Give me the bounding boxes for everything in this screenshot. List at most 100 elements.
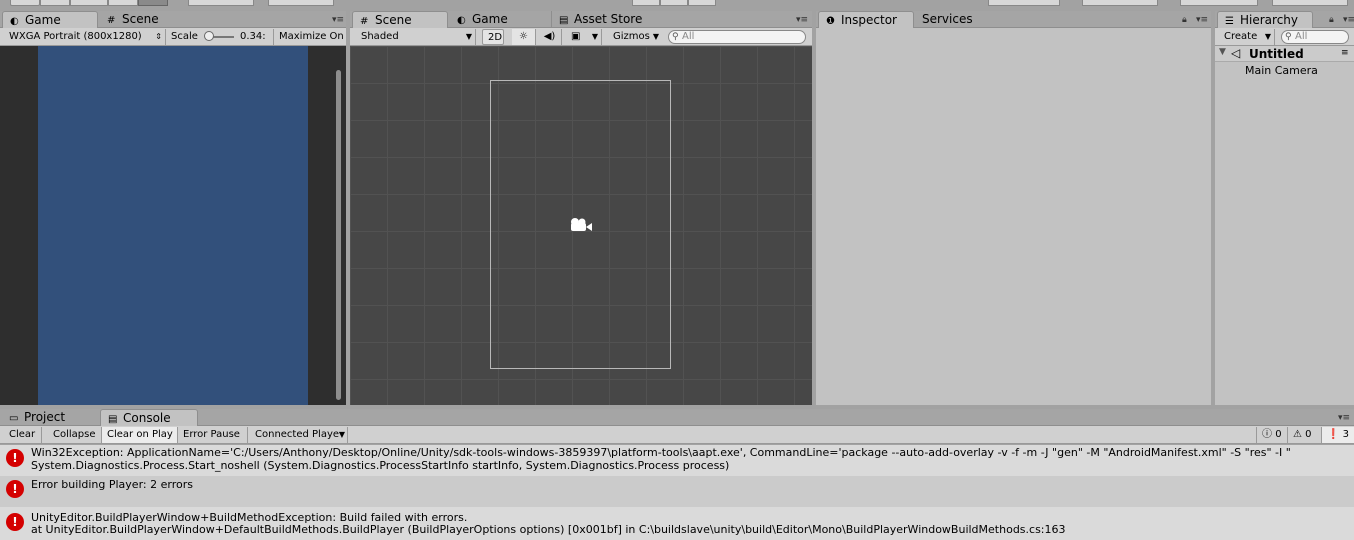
2d-label: 2D xyxy=(488,32,503,43)
log-entry[interactable]: ! Error building Player: 2 errors xyxy=(0,476,1354,507)
log-message-line: System.Diagnostics.Process.Start_noshell… xyxy=(31,459,730,472)
panel-menu-icon[interactable]: ▾≡ xyxy=(1338,413,1350,423)
error-count-toggle[interactable]: ❗ 3 xyxy=(1322,427,1354,443)
tab-scene[interactable]: # Scene xyxy=(100,11,196,28)
toolbar-button[interactable] xyxy=(40,0,70,6)
rect-tool-button[interactable] xyxy=(138,0,168,6)
2d-toggle[interactable]: 2D xyxy=(482,29,504,45)
camera-gizmo-icon[interactable] xyxy=(569,218,593,232)
hierarchy-search-input[interactable]: ⚲ All xyxy=(1281,30,1349,44)
game-viewport xyxy=(38,46,308,405)
tab-game[interactable]: ◐ Game xyxy=(450,11,552,28)
hierarchy-item[interactable]: Main Camera xyxy=(1245,63,1354,79)
game-icon: ◐ xyxy=(457,15,466,26)
clear-on-play-label: Clear on Play xyxy=(107,429,173,440)
game-toolbar: WXGA Portrait (800x1280) ⇕ Scale 0.34: M… xyxy=(0,28,346,46)
scene-row[interactable]: ▼ ◁ Untitled ≡ xyxy=(1215,46,1354,62)
warning-count-toggle[interactable]: ⚠ 0 xyxy=(1288,427,1322,443)
error-pause-toggle[interactable]: Error Pause xyxy=(178,427,248,443)
tab-asset-store[interactable]: ▤ Asset Store xyxy=(552,11,664,28)
panel-menu-icon[interactable]: ▾≡ xyxy=(1343,15,1354,25)
inspector-tabbar: ❶ Inspector Services 🔒︎ ▾≡ xyxy=(816,11,1211,28)
pause-button[interactable] xyxy=(660,0,688,6)
dropdown-arrow-icon: ▼ xyxy=(338,427,345,442)
tab-label: Game xyxy=(472,12,508,26)
tab-services[interactable]: Services xyxy=(914,11,1010,28)
panel-menu-icon[interactable]: ▾≡ xyxy=(796,15,808,25)
console-log: ! Win32Exception: ApplicationName='C:/Us… xyxy=(0,445,1354,540)
maximize-label: Maximize On xyxy=(279,31,344,42)
tab-console[interactable]: ▤ Console xyxy=(100,409,198,426)
updown-icon: ⇕ xyxy=(155,32,162,41)
tab-label: Scene xyxy=(122,12,159,26)
scene-tabbar: # Scene ◐ Game ▤ Asset Store ▾≡ xyxy=(350,11,812,28)
clear-on-play-toggle[interactable]: Clear on Play xyxy=(102,427,178,443)
lock-icon[interactable]: 🔒︎ xyxy=(1182,15,1187,25)
tab-game[interactable]: ◐ Game xyxy=(2,11,98,28)
console-tabbar: ▭ Project ▤ Console ▾≡ xyxy=(0,409,1354,426)
step-button[interactable] xyxy=(688,0,716,6)
console-toolbar: Clear Collapse Clear on Play Error Pause… xyxy=(0,426,1354,444)
panel-menu-icon[interactable]: ▾≡ xyxy=(332,15,344,25)
tab-hierarchy[interactable]: ☰ Hierarchy xyxy=(1217,11,1313,28)
dropdown-arrow-icon: ▼ xyxy=(465,32,472,41)
scene-name: Untitled xyxy=(1249,47,1304,61)
dropdown-arrow-icon: ▼ xyxy=(1264,32,1271,41)
hierarchy-item-label: Main Camera xyxy=(1245,64,1318,77)
scale-control[interactable]: Scale 0.34: xyxy=(166,29,274,45)
toolbar-button[interactable] xyxy=(108,0,138,6)
game-scrollbar[interactable] xyxy=(336,70,341,400)
tab-label: Inspector xyxy=(841,13,897,27)
store-icon: ▤ xyxy=(559,15,569,26)
shading-dropdown[interactable]: Shaded ▼ xyxy=(356,29,476,45)
scale-slider-thumb[interactable] xyxy=(204,31,214,41)
log-entry[interactable]: ! UnityEditor.BuildPlayerWindow+BuildMet… xyxy=(0,507,1354,540)
resolution-dropdown[interactable]: WXGA Portrait (800x1280) ⇕ xyxy=(4,29,166,45)
tab-label: Game xyxy=(25,13,61,27)
layers-button[interactable] xyxy=(1180,0,1258,6)
collapse-label: Collapse xyxy=(53,429,96,440)
shading-label: Shaded xyxy=(361,31,399,42)
sun-icon: ☼ xyxy=(519,31,528,42)
create-dropdown[interactable]: Create ▼ xyxy=(1219,29,1275,45)
tab-scene[interactable]: # Scene xyxy=(352,11,448,28)
gizmos-dropdown[interactable]: Gizmos ▼ xyxy=(608,29,662,45)
lock-icon[interactable]: 🔒︎ xyxy=(1329,15,1334,25)
tab-label: Console xyxy=(123,411,171,425)
play-button[interactable] xyxy=(632,0,660,6)
effects-dropdown[interactable]: ▣ ▼ xyxy=(566,29,602,45)
maximize-on-play-toggle[interactable]: Maximize On xyxy=(274,29,346,45)
toolbar-button[interactable] xyxy=(70,0,108,6)
clear-button[interactable]: Clear xyxy=(4,427,42,443)
tab-label: Project xyxy=(24,410,66,424)
audio-toggle[interactable]: ◀) xyxy=(538,29,562,45)
grid-icon: # xyxy=(107,15,116,26)
gizmos-label: Gizmos xyxy=(613,31,650,42)
scale-label: Scale xyxy=(171,31,198,42)
collab-button[interactable] xyxy=(988,0,1060,6)
collapse-toggle[interactable]: Collapse xyxy=(48,427,102,443)
scene-view[interactable] xyxy=(350,46,812,405)
tab-project[interactable]: ▭ Project xyxy=(2,409,98,426)
hierarchy-body: ▼ ◁ Untitled ≡ Main Camera xyxy=(1215,46,1354,405)
log-message-line: Win32Exception: ApplicationName='C:/User… xyxy=(31,446,1291,459)
inspector-body xyxy=(816,28,1211,405)
layout-button[interactable] xyxy=(1272,0,1348,6)
panel-menu-icon[interactable]: ▾≡ xyxy=(1196,15,1208,25)
scene-search-input[interactable]: ⚲ All xyxy=(668,30,806,44)
lighting-toggle[interactable]: ☼ xyxy=(512,29,536,45)
account-button[interactable] xyxy=(1082,0,1158,6)
toolbar-button[interactable] xyxy=(10,0,40,6)
search-icon: ⚲ xyxy=(1285,32,1292,42)
foldout-arrow-icon[interactable]: ▼ xyxy=(1219,47,1226,57)
local-button[interactable] xyxy=(268,0,334,6)
log-count-toggle[interactable]: ⓘ 0 xyxy=(1256,427,1288,443)
scale-value: 0.34: xyxy=(240,31,266,42)
speaker-icon: ◀) xyxy=(543,31,556,42)
tab-inspector[interactable]: ❶ Inspector xyxy=(818,11,914,28)
main-toolbar xyxy=(0,0,1354,10)
log-entry[interactable]: ! Win32Exception: ApplicationName='C:/Us… xyxy=(0,445,1354,476)
pivot-button[interactable] xyxy=(188,0,254,6)
scene-menu-icon[interactable]: ≡ xyxy=(1341,48,1349,58)
connected-player-dropdown[interactable]: Connected Playe ▼ xyxy=(250,427,348,443)
